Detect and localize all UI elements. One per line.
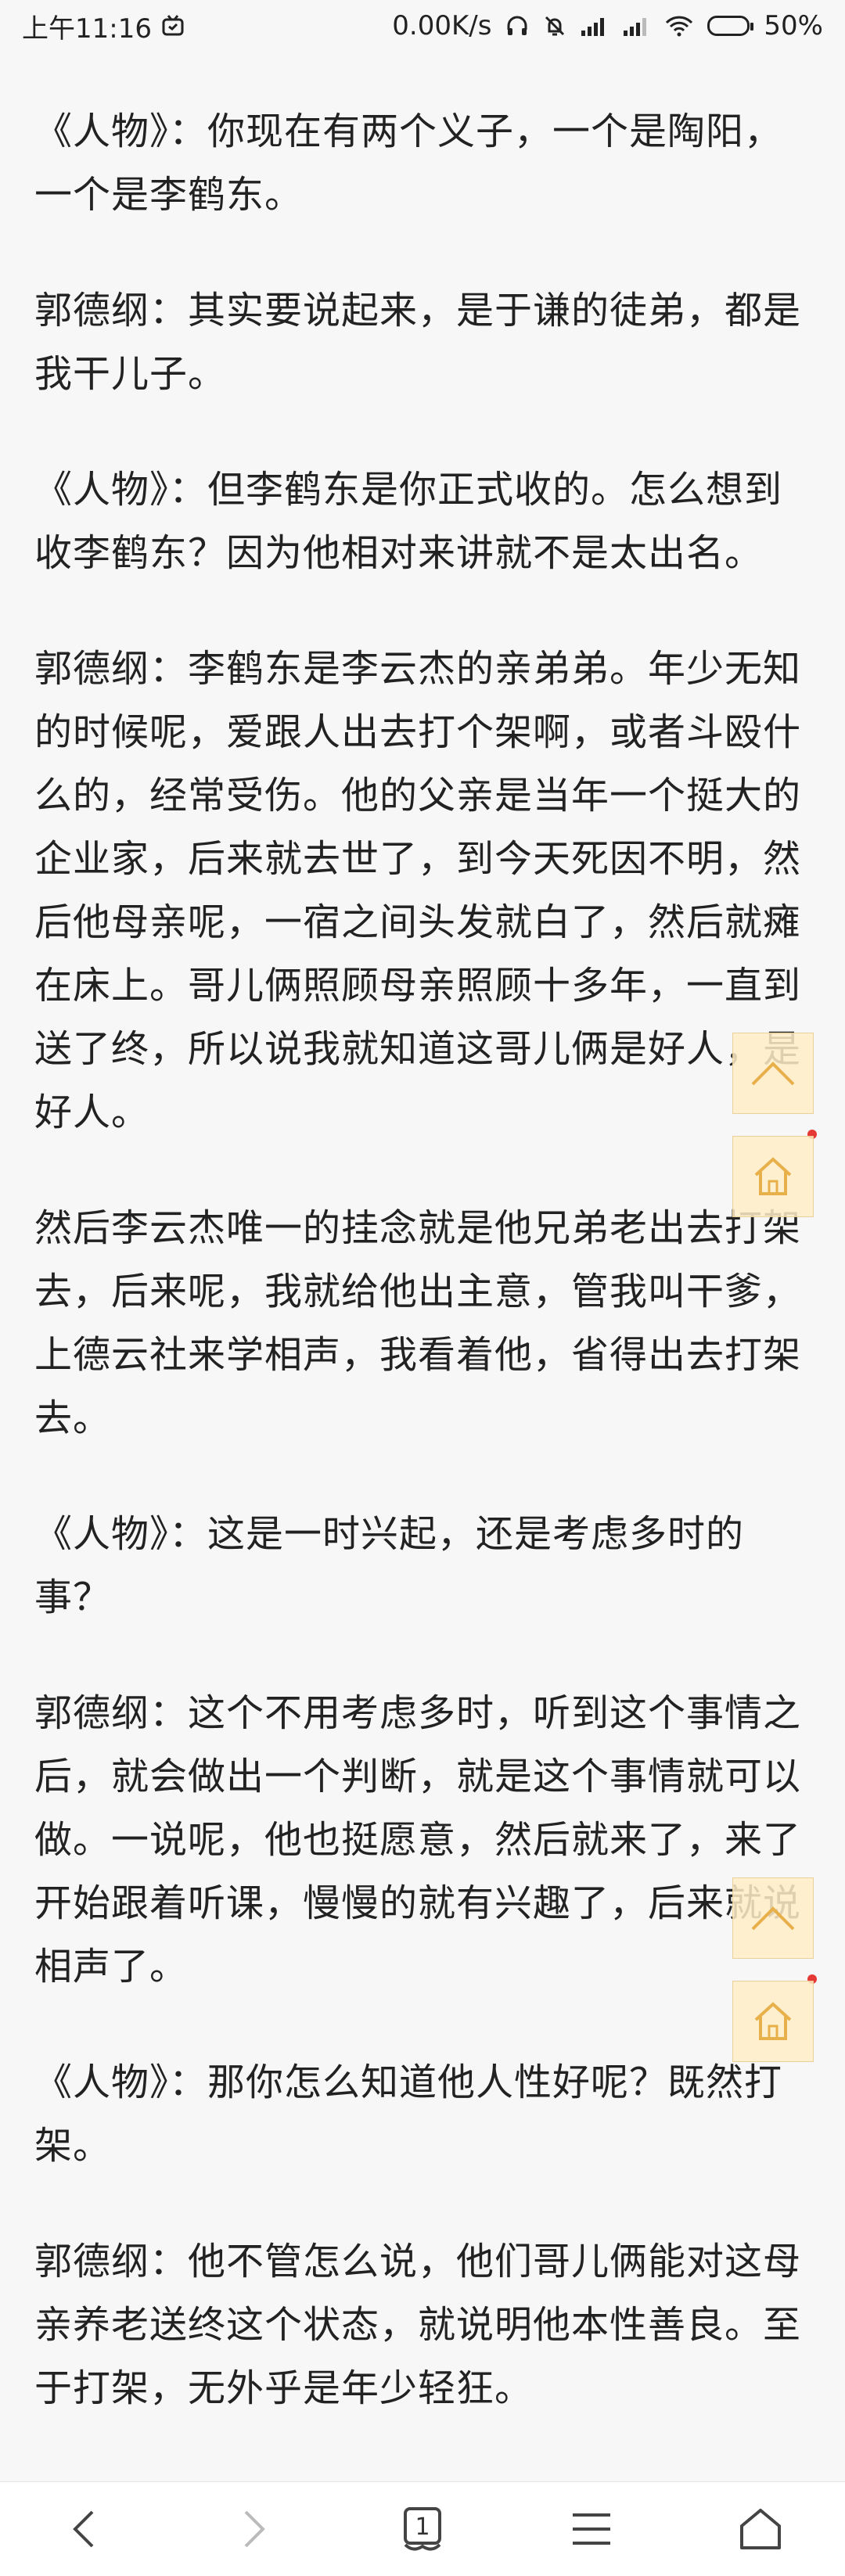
battery-icon (707, 16, 754, 36)
forward-button[interactable] (207, 2490, 300, 2568)
status-time: 上午11:16 (22, 13, 152, 45)
back-button[interactable] (38, 2490, 131, 2568)
scroll-top-button[interactable] (732, 1877, 814, 1959)
home-float-button[interactable] (732, 1136, 814, 1217)
network-speed: 0.00K/s (392, 10, 492, 41)
forward-arrow-icon (244, 2510, 265, 2548)
paragraph: 《人物》：但李鹤东是你正式收的。怎么想到收李鹤东？因为他相对来讲就不是太出名。 (34, 468, 783, 575)
bottom-navigation-bar: 1 (0, 2481, 845, 2576)
menu-icon (573, 2513, 610, 2545)
chevron-up-icon (751, 1062, 795, 1086)
article-body: 《人物》：你现在有两个义子，一个是陶阳，一个是李鹤东。 郭德纲：其实要说起来，是… (34, 100, 817, 2473)
signal-icon (581, 15, 609, 37)
paragraph: 《人物》：那你怎么知道他人性好呢？既然打架。 (34, 2060, 783, 2168)
scroll-top-button[interactable] (732, 1033, 814, 1114)
tabs-button[interactable]: 1 (376, 2490, 469, 2568)
menu-button[interactable] (545, 2490, 638, 2568)
status-bar: 上午11:16 0.00K/s 50% (0, 0, 845, 52)
tab-count: 1 (415, 2513, 430, 2541)
signal-icon (623, 15, 651, 37)
tabs-icon: 1 (404, 2507, 441, 2551)
home-icon (754, 2002, 792, 2040)
home-float-button[interactable] (732, 1981, 814, 2062)
mute-bell-icon (543, 14, 566, 38)
paragraph: 郭德纲：其实要说起来，是于谦的徒弟，都是我干儿子。 (34, 289, 802, 396)
home-button[interactable] (714, 2490, 807, 2568)
paragraph: 《人物》：这是一时兴起，还是考虑多时的事？ (34, 1512, 745, 1619)
paragraph: 郭德纲：李鹤东是李云杰的亲弟弟。年少无知的时候呢，爱跟人出去打个架啊，或者斗殴什… (34, 647, 802, 1134)
paragraph: 郭德纲：他不管怎么说，他们哥儿俩能对这母亲养老送终这个状态，就说明他本性善良。至… (34, 2240, 802, 2410)
home-icon (740, 2509, 781, 2549)
paragraph: 郭德纲：这个不用考虑多时，听到这个事情之后，就会做出一个判断，就是这个事情就可以… (34, 1691, 802, 1989)
paragraph: 《人物》：你现在有两个义子，一个是陶阳，一个是李鹤东。 (34, 110, 783, 217)
back-arrow-icon (73, 2510, 94, 2548)
wifi-icon (665, 15, 693, 37)
paragraph: 然后李云杰唯一的挂念就是他兄弟老出去打架去，后来呢，我就给他出主意，管我叫干爹，… (34, 1206, 802, 1440)
chevron-up-icon (751, 1906, 795, 1931)
headphone-icon (505, 14, 529, 38)
battery-percent: 50% (764, 10, 823, 41)
notification-app-icon (161, 14, 185, 38)
home-icon (754, 1157, 792, 1195)
